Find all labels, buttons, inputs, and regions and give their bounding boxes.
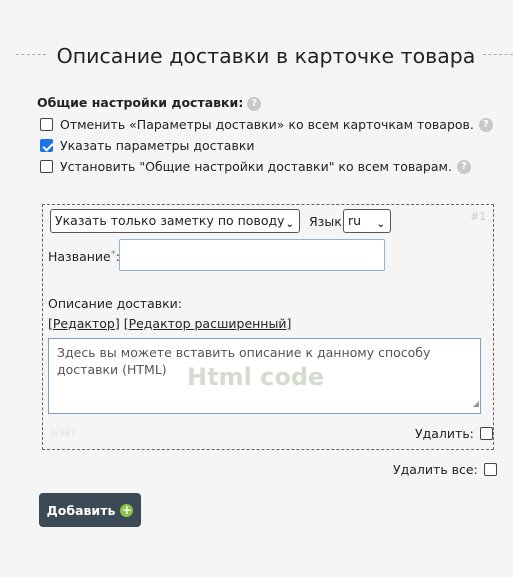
editor-ext-link[interactable]: [Редактор расширенный] <box>124 316 292 331</box>
question-icon[interactable]: ? <box>247 96 262 111</box>
plus-circle-icon: + <box>120 502 134 517</box>
option-specify-checkbox[interactable] <box>40 139 53 152</box>
option-specify-params[interactable]: Указать параметры доставки <box>40 138 255 153</box>
add-button[interactable]: Добавить + <box>39 493 141 527</box>
chevron-down-icon: ⌄ <box>285 219 294 230</box>
option-apply-checkbox[interactable] <box>40 160 53 173</box>
type-select[interactable]: Указать только заметку по поводу ⌄ <box>50 209 300 233</box>
lang-label: Язык <box>309 214 342 229</box>
delete-checkbox[interactable] <box>479 427 493 440</box>
settings-label: Общие настройки доставки:? <box>37 95 262 111</box>
delete-all-checkbox[interactable] <box>483 463 497 476</box>
settings-label-text: Общие настройки доставки <box>37 95 239 110</box>
add-button-label: Добавить <box>46 502 116 518</box>
chevron-down-icon: ⌄ <box>376 219 385 230</box>
desc-label: Описание доставки: <box>48 296 182 311</box>
question-icon[interactable]: ? <box>478 117 493 132</box>
name-label-text: Название <box>48 249 111 264</box>
item-number: #1 <box>470 210 487 223</box>
name-input[interactable] <box>119 239 385 271</box>
char-counter: 0/387 <box>50 429 76 439</box>
option-cancel-params[interactable]: Отменить «Параметры доставки» ко всем ка… <box>40 117 493 132</box>
lang-select-value: ru <box>348 213 362 228</box>
delete-all[interactable]: Удалить все: <box>393 462 497 477</box>
delete-item[interactable]: Удалить: <box>415 426 493 441</box>
option-specify-label: Указать параметры доставки <box>60 138 255 153</box>
name-label: Название*: <box>48 249 120 264</box>
option-cancel-checkbox[interactable] <box>40 118 53 131</box>
option-cancel-label: Отменить «Параметры доставки» ко всем ка… <box>60 117 474 132</box>
editor-link[interactable]: [Редактор] <box>48 316 120 331</box>
delete-all-label: Удалить все: <box>393 462 478 477</box>
resize-handle-icon[interactable]: ◢ <box>473 395 479 412</box>
delete-label: Удалить: <box>415 426 474 441</box>
page-title: Описание доставки в карточке товара <box>56 44 476 68</box>
option-apply-label: Установить "Общие настройки доставки" ко… <box>60 159 452 174</box>
required-mark: * <box>110 249 116 260</box>
desc-watermark: Html code <box>187 363 325 391</box>
editor-links: [Редактор] [Редактор расширенный] <box>48 316 291 331</box>
lang-select[interactable]: ru ⌄ <box>343 209 391 233</box>
question-icon[interactable]: ? <box>456 159 471 174</box>
desc-textarea[interactable]: Здесь вы можете вставить описание к данн… <box>48 338 481 414</box>
type-select-value: Указать только заметку по поводу <box>55 213 285 228</box>
option-apply-all[interactable]: Установить "Общие настройки доставки" ко… <box>40 159 471 174</box>
